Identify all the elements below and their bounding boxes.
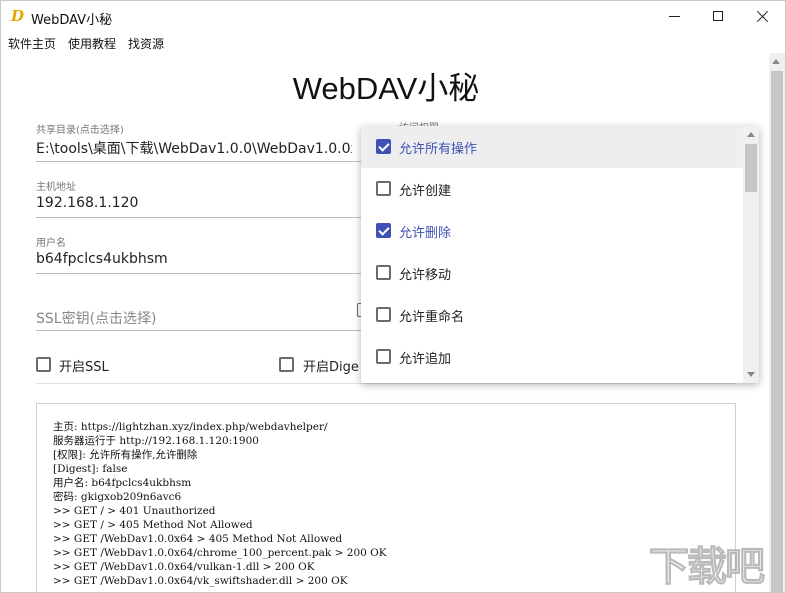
maximize-icon — [713, 11, 723, 21]
window-title: WebDAV小秘 — [31, 13, 113, 28]
log-line: 密码: gkigxob209n6avc6 — [53, 491, 182, 503]
log-line: 主页: https://lightzhan.xyz/index.php/webd… — [53, 421, 328, 433]
maximize-button[interactable] — [695, 1, 741, 31]
permission-item-delete[interactable]: 允许删除 — [361, 210, 743, 252]
log-output[interactable]: 主页: https://lightzhan.xyz/index.php/webd… — [36, 403, 736, 592]
permission-create-label: 允许创建 — [399, 184, 452, 199]
scroll-up-arrow-icon[interactable] — [772, 59, 780, 64]
log-line: >> GET /WebDav1.0.0x64/vulkan-1.dll > 20… — [53, 561, 315, 573]
options-divider — [36, 383, 736, 384]
permission-item-create[interactable]: 允许创建 — [361, 168, 743, 210]
permission-item-all[interactable]: 允许所有操作 — [361, 126, 743, 168]
log-lines: 主页: https://lightzhan.xyz/index.php/webd… — [53, 420, 387, 588]
log-line: >> GET / > 401 Unauthorized — [53, 505, 216, 517]
permission-item-move[interactable]: 允许移动 — [361, 252, 743, 294]
dropdown-scroll-down-icon[interactable] — [747, 372, 755, 377]
log-line: 服务器运行于 http://192.168.1.120:1900 — [53, 435, 259, 447]
dropdown-scrollbar-thumb[interactable] — [745, 144, 757, 192]
enable-ssl-checkbox[interactable] — [36, 357, 51, 372]
log-line: >> GET / > 405 Method Not Allowed — [53, 519, 253, 531]
permission-rename-checkbox[interactable] — [376, 307, 391, 322]
permission-append-checkbox[interactable] — [376, 349, 391, 364]
page-title: WebDAV小秘 — [292, 71, 480, 106]
main-scrollbar-thumb[interactable] — [771, 71, 783, 592]
minimize-icon — [668, 15, 680, 17]
close-button[interactable] — [739, 1, 785, 31]
close-icon — [756, 10, 769, 23]
username-input[interactable]: b64fpclcs4ukbhsm — [36, 251, 356, 267]
log-line: [Digest]: false — [53, 463, 128, 475]
permission-all-label: 允许所有操作 — [399, 142, 478, 157]
enable-ssl-label: 开启SSL — [59, 360, 109, 375]
permission-move-label: 允许移动 — [399, 268, 452, 283]
permission-create-checkbox[interactable] — [376, 181, 391, 196]
app-window: D WebDAV小秘 软件主页 使用教程 找资源 WebDAV小秘 共享目录(点… — [0, 0, 786, 593]
permission-rename-label: 允许重命名 — [399, 310, 465, 325]
permission-delete-checkbox[interactable] — [376, 223, 391, 238]
permission-move-checkbox[interactable] — [376, 265, 391, 280]
watermark: 下载吧 — [649, 544, 766, 591]
log-line: >> GET /WebDav1.0.0x64 > 405 Method Not … — [53, 533, 343, 545]
log-line: >> GET /WebDav1.0.0x64/chrome_100_percen… — [53, 547, 387, 559]
log-line: [权限]: 允许所有操作,允许删除 — [53, 449, 198, 461]
app-logo-icon: D — [11, 7, 25, 25]
permission-all-checkbox[interactable] — [376, 139, 391, 154]
permissions-dropdown: 允许所有操作 允许创建 允许删除 允许移动 允许重命名 允许追加 — [361, 126, 759, 383]
permission-item-rename[interactable]: 允许重命名 — [361, 294, 743, 336]
host-label: 主机地址 — [36, 182, 76, 193]
dropdown-scroll-up-icon[interactable] — [747, 132, 755, 137]
menu-item-home[interactable]: 软件主页 — [8, 35, 56, 52]
title-bar[interactable]: D WebDAV小秘 — [1, 1, 785, 33]
menu-item-tutorial[interactable]: 使用教程 — [68, 35, 116, 52]
ssl-key-input[interactable]: SSL密钥(点击选择) — [36, 308, 157, 328]
menu-item-resources[interactable]: 找资源 — [128, 35, 164, 52]
share-dir-label: 共享目录(点击选择) — [36, 125, 124, 136]
permission-delete-label: 允许删除 — [399, 226, 452, 241]
username-label: 用户名 — [36, 238, 66, 249]
log-line: >> GET /WebDav1.0.0x64/vk_swiftshader.dl… — [53, 575, 348, 587]
username-underline — [36, 273, 361, 274]
permission-item-append[interactable]: 允许追加 — [361, 336, 743, 378]
share-dir-input[interactable]: E:\tools\桌面\下载\WebDav1.0.0\WebDav1.0.0x8… — [36, 138, 352, 158]
log-line: 用户名: b64fpclcs4ukbhsm — [53, 477, 192, 489]
minimize-button[interactable] — [651, 1, 697, 31]
enable-digest-label: 开启Dige — [303, 360, 359, 375]
host-input[interactable]: 192.168.1.120 — [36, 195, 356, 211]
share-dir-underline — [36, 161, 361, 162]
enable-digest-checkbox[interactable] — [279, 357, 294, 372]
ssl-key-underline — [36, 330, 361, 331]
host-underline — [36, 217, 361, 218]
permission-append-label: 允许追加 — [399, 352, 452, 367]
